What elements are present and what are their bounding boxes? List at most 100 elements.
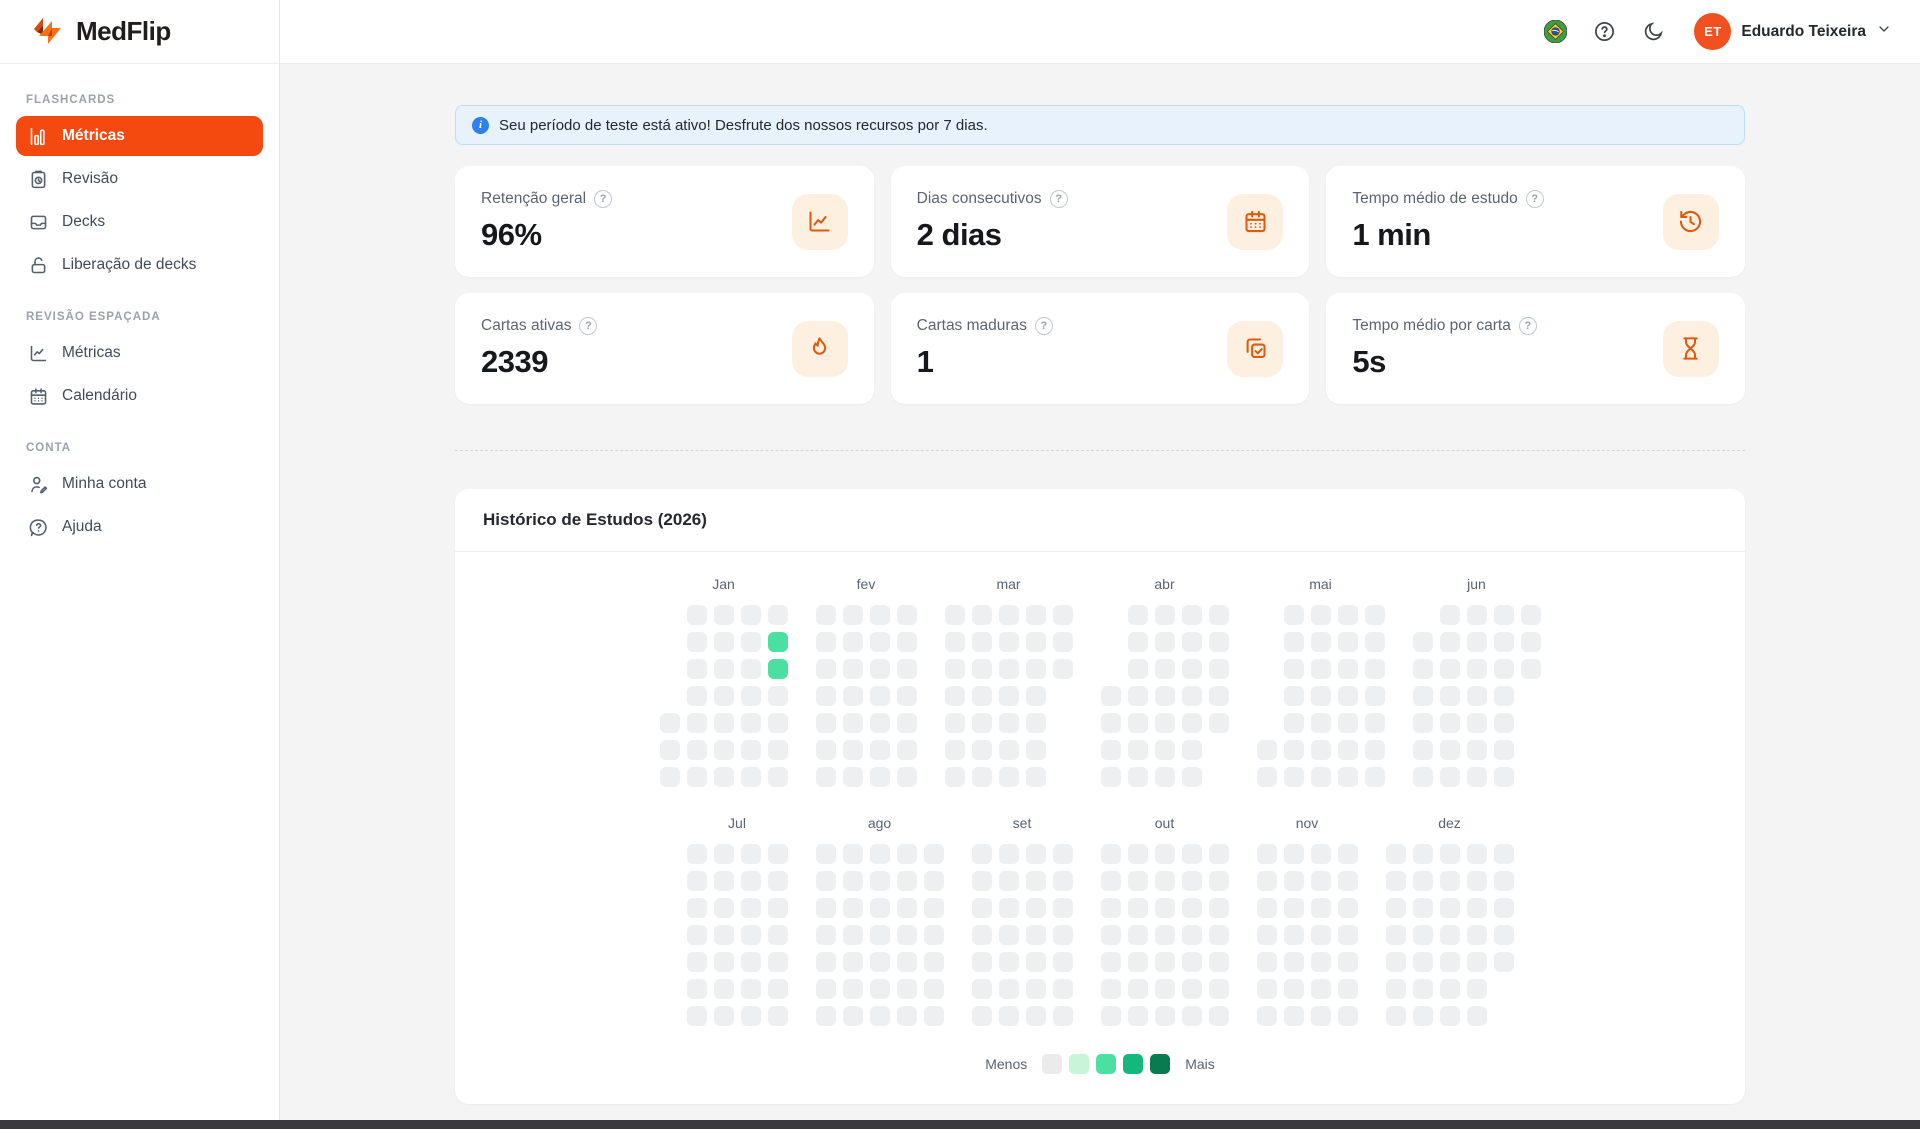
- heatmap-cell: [1209, 898, 1229, 918]
- sidebar-item-minha-conta[interactable]: Minha conta: [16, 464, 263, 504]
- stat-card-value: 5s: [1352, 344, 1537, 380]
- help-circle-icon[interactable]: ?: [1050, 190, 1068, 208]
- heatmap-cell: [768, 844, 788, 864]
- heatmap-cell: [1182, 767, 1202, 787]
- heatmap-cell: [1467, 686, 1487, 706]
- heatmap-cell: [897, 979, 917, 999]
- heatmap-cell: [687, 1006, 707, 1026]
- sidebar-item-ajuda[interactable]: Ajuda: [16, 507, 263, 547]
- heatmap-cell: [741, 844, 761, 864]
- heatmap-cell: [1467, 767, 1487, 787]
- heatmap-cell: [1338, 844, 1358, 864]
- brand-name: MedFlip: [76, 16, 171, 47]
- help-circle-icon[interactable]: ?: [1519, 317, 1537, 335]
- heatmap-cell: [1440, 871, 1460, 891]
- heatmap-cell: [1053, 925, 1073, 945]
- heatmap-cell: [1101, 767, 1121, 787]
- heatmap-cell: [768, 686, 788, 706]
- heatmap-cell: [1494, 925, 1514, 945]
- main-area: ET Eduardo Teixeira i Seu período de tes…: [280, 0, 1920, 1129]
- sidebar-item-label: Liberação de decks: [62, 256, 196, 274]
- months-row-2: Jul ago set out nov dez: [455, 815, 1745, 1026]
- heatmap-cell: [1209, 659, 1229, 679]
- heatmap-cell: [741, 632, 761, 652]
- heatmap-cell: [1209, 925, 1229, 945]
- heatmap-cell: [1413, 925, 1433, 945]
- sidebar-item-metricas[interactable]: Métricas: [16, 116, 263, 156]
- heatmap-cell: [999, 871, 1019, 891]
- sidebar-item-label: Decks: [62, 213, 105, 231]
- dashed-divider: [455, 450, 1745, 451]
- heatmap-cell: [1209, 605, 1229, 625]
- dark-mode-button[interactable]: [1639, 18, 1667, 46]
- heatmap-cell: [1101, 925, 1121, 945]
- heatmap-cell: [714, 871, 734, 891]
- sidebar-item-liberacao-de-decks[interactable]: Liberação de decks: [16, 245, 263, 285]
- heatmap-cell: [1053, 979, 1073, 999]
- month-grid: [972, 844, 1073, 1026]
- heatmap-cell: [1182, 740, 1202, 760]
- legend-more-label: Mais: [1185, 1056, 1215, 1072]
- stat-card-tempo-medio-de-estudo: Tempo médio de estudo ? 1 min: [1326, 166, 1745, 277]
- calendar-icon: [28, 386, 49, 407]
- sidebar-item-metricas[interactable]: Métricas: [16, 333, 263, 373]
- study-history-title: Histórico de Estudos (2026): [483, 510, 1717, 530]
- heatmap-cell: [1053, 632, 1073, 652]
- heatmap-cell: [1440, 767, 1460, 787]
- heatmap-cell: [1128, 659, 1148, 679]
- heatmap-cell: [687, 713, 707, 733]
- heatmap-cell: [1182, 1006, 1202, 1026]
- sidebar-item-calendario[interactable]: Calendário: [16, 376, 263, 416]
- brand[interactable]: MedFlip: [0, 0, 279, 64]
- heatmap-cell: [741, 659, 761, 679]
- help-button[interactable]: [1590, 18, 1618, 46]
- heatmap-cell: [714, 686, 734, 706]
- heatmap-cell: [1257, 925, 1277, 945]
- heatmap-month-mai: mai: [1257, 576, 1385, 787]
- heatmap-cell: [1440, 952, 1460, 972]
- stat-card-value: 2339: [481, 344, 597, 380]
- heatmap-month-label: mar: [996, 576, 1020, 592]
- heatmap-cell: [897, 898, 917, 918]
- user-menu[interactable]: ET Eduardo Teixeira: [1694, 13, 1892, 50]
- heatmap-cell: [999, 925, 1019, 945]
- help-circle-icon[interactable]: ?: [1035, 317, 1053, 335]
- legend-swatch-level-1: [1069, 1054, 1089, 1074]
- help-circle-icon[interactable]: ?: [1526, 190, 1544, 208]
- heatmap-cell: [1128, 740, 1148, 760]
- heatmap-cell: [816, 713, 836, 733]
- heatmap-cell: [843, 686, 863, 706]
- help-circle-icon[interactable]: ?: [579, 317, 597, 335]
- sidebar-item-label: Calendário: [62, 387, 137, 405]
- heatmap-cell: [1494, 898, 1514, 918]
- heatmap-cell: [999, 740, 1019, 760]
- sidebar-nav: FLASHCARDS Métricas Revisão Decks Libera…: [0, 64, 279, 547]
- heatmap-cell: [972, 1006, 992, 1026]
- heatmap-cell: [1413, 659, 1433, 679]
- heatmap-cell: [1257, 979, 1277, 999]
- moon-icon: [1642, 20, 1665, 43]
- heatmap-cell: [1053, 898, 1073, 918]
- heatmap-cell: [1026, 1006, 1046, 1026]
- heatmap-cell: [843, 632, 863, 652]
- sidebar-item-decks[interactable]: Decks: [16, 202, 263, 242]
- copy-check-icon: [1227, 321, 1283, 377]
- stat-card-tempo-medio-por-carta: Tempo médio por carta ? 5s: [1326, 293, 1745, 404]
- heatmap-cell: [1257, 1006, 1277, 1026]
- help-circle-icon[interactable]: ?: [594, 190, 612, 208]
- heatmap-cell: [1338, 632, 1358, 652]
- sidebar-item-label: Métricas: [62, 127, 125, 145]
- heatmap-cell: [972, 925, 992, 945]
- heatmap-cell: [1284, 871, 1304, 891]
- heatmap-cell: [870, 686, 890, 706]
- sidebar-section-label: CONTA: [16, 442, 263, 454]
- heatmap-cell: [1182, 979, 1202, 999]
- month-grid: [1413, 605, 1541, 787]
- sidebar-item-revisao[interactable]: Revisão: [16, 159, 263, 199]
- language-flag-button[interactable]: [1541, 18, 1569, 46]
- heatmap-month-label: out: [1155, 815, 1174, 831]
- heatmap-month-label: Jan: [712, 576, 735, 592]
- heatmap-cell: [1182, 659, 1202, 679]
- month-grid: [660, 605, 788, 787]
- heatmap-cell: [1494, 659, 1514, 679]
